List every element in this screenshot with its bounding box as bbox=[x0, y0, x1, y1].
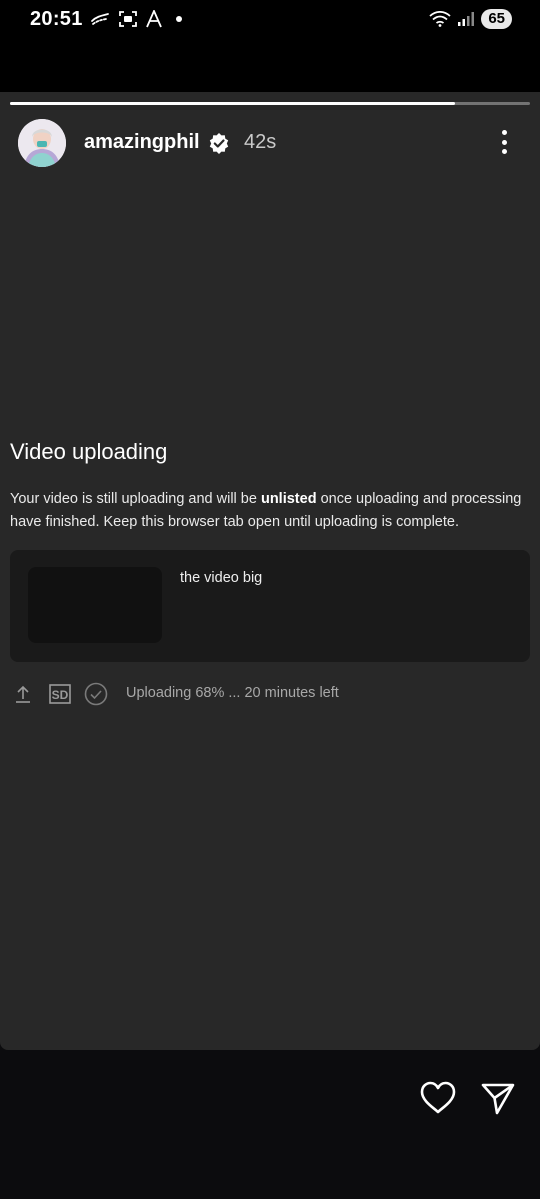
more-dot bbox=[501, 149, 507, 154]
story-screen: 20:51 65 amazingphil 42s Video uploading… bbox=[0, 0, 540, 1199]
svg-text:SD: SD bbox=[52, 688, 69, 702]
upload-status-text: Uploading 68% ... 20 minutes left bbox=[126, 685, 339, 701]
upload-icon bbox=[16, 685, 30, 703]
notification-dot-icon bbox=[176, 16, 182, 22]
font-icon bbox=[146, 10, 162, 28]
upload-description: Your video is still uploading and will b… bbox=[10, 488, 530, 534]
desc-bold: unlisted bbox=[260, 491, 317, 507]
desc-text-1: Your video is still uploading and will b… bbox=[10, 491, 261, 507]
more-vertical-icon bbox=[501, 130, 507, 135]
video-card[interactable]: the video big bbox=[10, 550, 530, 662]
signal-icon bbox=[458, 12, 475, 26]
status-icons-left bbox=[90, 10, 182, 28]
video-title: the video big bbox=[180, 570, 263, 586]
story-time-ago: 42s bbox=[244, 131, 277, 153]
verified-badge-icon bbox=[209, 133, 229, 154]
upload-heading: Video uploading bbox=[10, 439, 168, 464]
hand-wave-icon bbox=[91, 13, 109, 25]
sd-icon: SD bbox=[49, 684, 71, 704]
battery-indicator: 65 bbox=[481, 9, 512, 29]
status-bar: 20:51 65 bbox=[0, 0, 540, 38]
story-progress-bar bbox=[10, 102, 530, 105]
check-circle-icon bbox=[84, 682, 108, 706]
upload-status-icons: SD bbox=[14, 682, 108, 706]
story-card[interactable]: amazingphil 42s Video uploading Your vid… bbox=[0, 92, 540, 1050]
status-icons-right: 65 bbox=[429, 9, 512, 29]
story-username[interactable]: amazingphil bbox=[84, 131, 200, 154]
avatar[interactable] bbox=[18, 119, 66, 167]
wifi-icon bbox=[429, 11, 451, 27]
top-spacer bbox=[0, 38, 540, 92]
avatar-image bbox=[18, 119, 66, 167]
more-options-button[interactable] bbox=[492, 128, 516, 156]
more-dot bbox=[501, 139, 507, 145]
status-time: 20:51 bbox=[30, 8, 83, 30]
story-progress-fill bbox=[10, 102, 455, 105]
send-icon[interactable] bbox=[480, 1080, 516, 1116]
screenshot-icon bbox=[119, 11, 137, 27]
heart-icon[interactable] bbox=[420, 1081, 456, 1115]
video-thumbnail bbox=[28, 567, 162, 643]
